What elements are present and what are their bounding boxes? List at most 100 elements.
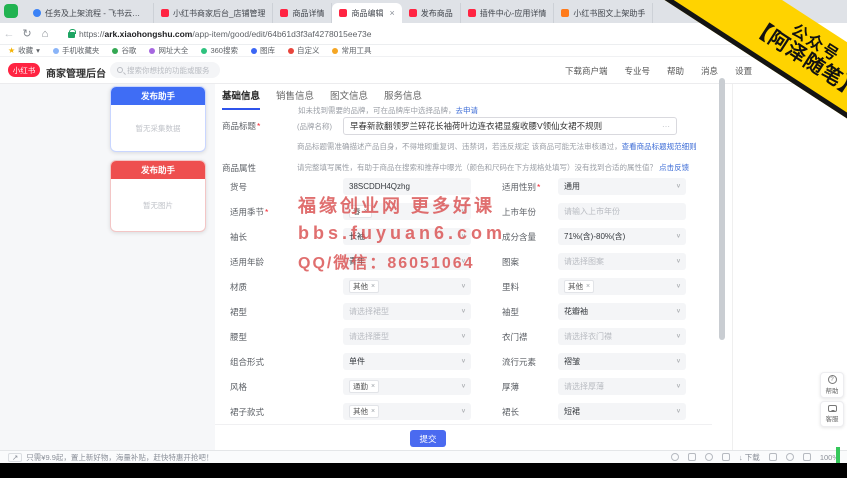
url-field[interactable]: https://ark.xiaohongshu.com/app-item/goo… [68,29,372,39]
refresh-icon[interactable]: ↻ [18,27,36,40]
item-number-input[interactable]: 38SCDDH4Qzhg [343,178,471,195]
home-icon[interactable]: ⌂ [36,28,54,40]
pattern-select[interactable]: 请选择图案 [558,253,686,270]
browser-tab-5[interactable]: 发布商品 [402,3,461,23]
attr-row: 袖长 长袖 成分含量 71%(含)-80%(含) [215,228,715,250]
bookmark-item[interactable]: 手机收藏夹 [53,45,100,56]
attributes-label: 商品属性 [222,162,256,174]
message-icon[interactable] [688,453,696,461]
content-divider [732,84,733,450]
material-select[interactable]: 其他 [343,278,471,295]
skin-icon[interactable] [671,453,679,461]
bookmark-item[interactable]: 自定义 [288,45,320,56]
material-label: 材质 [230,281,247,293]
browser-tab-7[interactable]: 小红书图文上架助手 [554,3,653,23]
floating-widgets: ? 帮助 客服 [820,372,844,427]
product-title-input[interactable]: 早春新款翻领罗兰碎花长袖荷叶边连衣裙显瘦收腰V领仙女裙不规则 ⋯ [343,117,677,135]
back-icon[interactable]: ← [0,28,18,40]
dress-shape-select[interactable]: 请选择裙型 [343,303,471,320]
header-nav: 下载商户端 专业号 帮助 消息 设置 [565,65,752,77]
browser-logo-icon[interactable] [4,4,18,18]
page-scrollbar[interactable] [719,78,725,340]
placket-select[interactable]: 请选择衣门襟 [558,328,686,345]
ingredient-select[interactable]: 71%(含)-80%(含) [558,228,686,245]
bookmark-item[interactable]: 网址大全 [149,45,188,56]
search-input[interactable]: 搜索你想找的功能或服务 [110,62,220,78]
thickness-select[interactable]: 请选择厚薄 [558,378,686,395]
xhs-favicon-icon [280,9,288,17]
question-icon: ? [828,375,837,384]
download-button[interactable]: ↓ 下载 [739,452,760,463]
bookmark-favorites[interactable]: ★收藏▾ [8,45,40,56]
browser-tab-1[interactable]: 任务及上架流程 - 飞书云文档 [26,3,154,23]
nav-help[interactable]: 帮助 [667,65,684,77]
xiaohongshu-logo[interactable]: 小红书 [8,63,40,77]
age-select[interactable]: 青年 [343,253,471,270]
nav-settings[interactable]: 设置 [735,65,752,77]
style-label: 风格 [230,381,247,393]
card-body: 暂无采集数据 [111,105,205,151]
skirt-length-label: 裙长 [502,406,519,418]
thickness-label: 厚薄 [502,381,519,393]
sleeve-length-select[interactable]: 长袖 [343,228,471,245]
combo-select[interactable]: 单件 [343,353,471,370]
browser-tab-3[interactable]: 商品详情 [273,3,332,23]
style-select[interactable]: 通勤 [343,378,471,395]
cleaner-icon[interactable] [786,453,794,461]
help-floater[interactable]: ? 帮助 [820,372,844,398]
browser-tab-6[interactable]: 插件中心-应用详情 [461,3,555,23]
browser-tab-2[interactable]: 小红书商家后台_店铺管理 [154,3,273,23]
windows-icon[interactable] [803,453,811,461]
bookmark-item[interactable]: 常用工具 [332,45,371,56]
item-number-label: 货号 [230,181,247,193]
lining-select[interactable]: 其他 [558,278,686,295]
launch-year-input[interactable]: 请输入上市年份 [558,203,686,220]
placket-label: 衣门襟 [502,331,528,343]
attr-row: 适用年龄 青年 图案 请选择图案 [215,253,715,275]
doc-favicon-icon [33,9,41,17]
xhs-favicon-icon [468,9,476,17]
sleeve-type-select[interactable]: 花瓣袖 [558,303,686,320]
chat-icon [828,405,837,412]
service-floater[interactable]: 客服 [820,401,844,427]
waist-select[interactable]: 请选择腰型 [343,328,471,345]
trend-select[interactable]: 褶皱 [558,353,686,370]
nav-pro-account[interactable]: 专业号 [625,65,651,77]
letterbox-bottom [0,463,847,478]
bookmark-item[interactable]: 360搜索 [201,45,238,56]
attr-row: 风格 通勤 厚薄 请选择厚薄 [215,378,715,400]
bookmark-item[interactable]: 谷歌 [112,45,136,56]
skirt-length-select[interactable]: 短裙 [558,403,686,420]
star-icon: ★ [8,46,15,55]
card-title: 发布助手 [111,87,205,105]
apply-brand-link[interactable]: 去申请 [456,106,479,115]
page-title: 商家管理后台 [46,65,106,80]
ingredient-label: 成分含量 [502,231,536,243]
brand-name-prefix: (品牌名称) [297,121,332,132]
close-tab-icon[interactable]: × [389,8,394,18]
screenshot-icon[interactable] [769,453,777,461]
title-rules-link[interactable]: 查看商品标题规范细则 [622,142,697,151]
season-select[interactable]: 春 [343,203,471,220]
submit-bar: 提交 [215,424,712,450]
feedback-link[interactable]: 点击反馈 [659,163,689,172]
submit-button[interactable]: 提交 [410,430,446,447]
gender-label: 适用性别 [502,181,540,193]
gender-select[interactable]: 通用 [558,178,686,195]
attr-row: 裙子款式 其他 裙长 短裙 [215,403,715,425]
dress-style-select[interactable]: 其他 [343,403,471,420]
capture-icon[interactable] [722,453,730,461]
tab-basic-info[interactable]: 基础信息 [222,88,260,110]
statusbar-promo[interactable]: ↗ 只需¥9.9起，置上新好物，海量补贴，赶快特惠开抢吧！ [8,452,213,463]
search-placeholder: 搜索你想找的功能或服务 [127,65,210,76]
publish-assistant-card-blue[interactable]: 发布助手 暂无采集数据 [110,86,206,152]
bookmark-item[interactable]: 图库 [251,45,275,56]
publish-assistant-card-red[interactable]: 发布助手 暂无图片 [110,160,206,232]
network-icon[interactable] [705,453,713,461]
browser-statusbar: ↗ 只需¥9.9起，置上新好物，海量补贴，赶快特惠开抢吧！ ↓ 下载 100% [0,450,847,463]
browser-tab-4-active[interactable]: 商品编辑× [332,3,401,23]
nav-messages[interactable]: 消息 [701,65,718,77]
search-icon [117,67,123,73]
attr-row: 适用季节 春 上市年份 请输入上市年份 [215,203,715,225]
nav-download-client[interactable]: 下载商户端 [565,65,608,77]
